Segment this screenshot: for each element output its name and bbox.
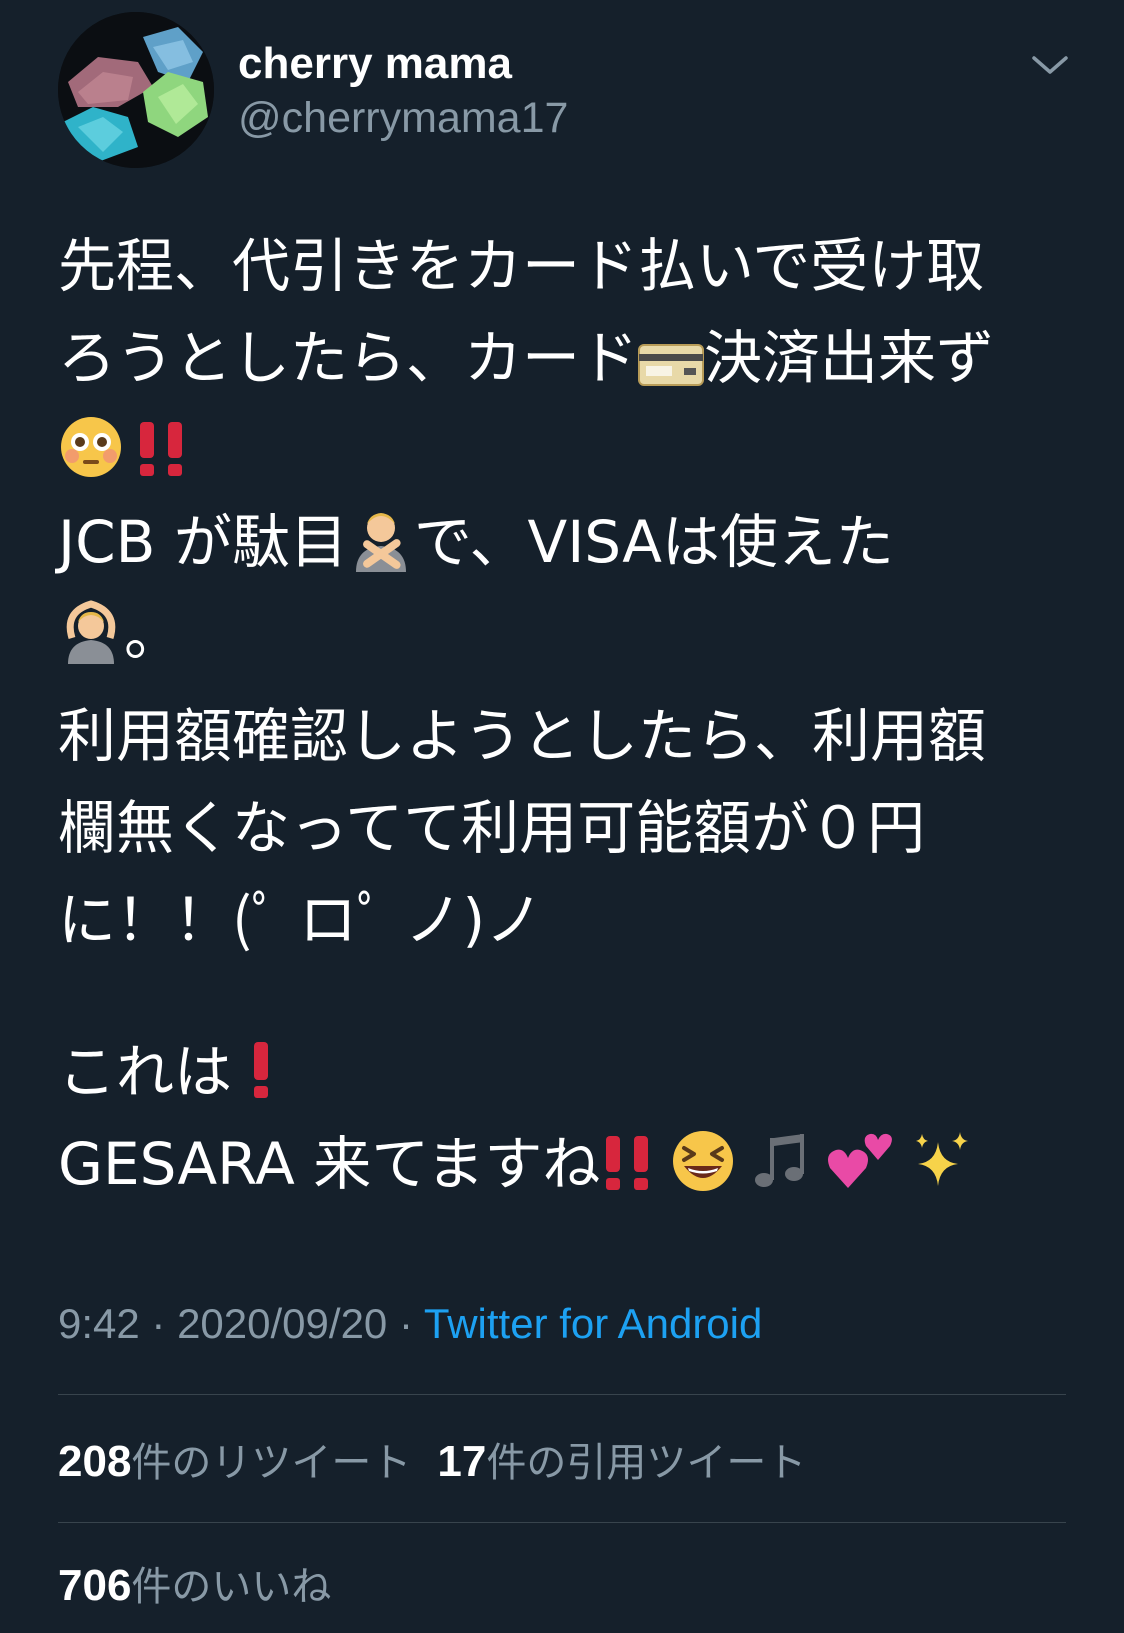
tweet-line: 先程、代引きをカード払いで受け取 [58, 232, 985, 300]
source-link[interactable]: Twitter for Android [424, 1300, 762, 1347]
tweet-text: 先程、代引きをカード払いで受け取 ろうとしたら、カード 決済出来ず JCB が駄目… [58, 220, 1068, 680]
two-hearts-icon [826, 1128, 896, 1220]
person-gesturing-ok-icon [58, 598, 124, 690]
quotes-stat[interactable]: 17件の引用ツイート [437, 1437, 807, 1486]
tweet-line: これは [58, 1026, 1068, 1118]
meta-separator: · [139, 1300, 178, 1347]
flushed-face-icon [58, 414, 124, 506]
quotes-label: 件の引用ツイート [486, 1440, 807, 1486]
author-name[interactable]: cherry mama [238, 38, 512, 90]
exclamation-icon [246, 1036, 276, 1128]
tweet-segment: 決済出来ず [704, 324, 995, 392]
tweet-text-paragraph-2: 利用額確認しようとしたら、利用額 欄無くなってて利用可能額が０円 に！！(ﾟ ロ… [58, 690, 1068, 966]
divider [58, 1522, 1066, 1523]
meta-separator: · [387, 1300, 424, 1347]
retweets-count: 208 [58, 1437, 132, 1486]
tweet-line: GESARA 来てますね [58, 1118, 1068, 1210]
musical-notes-icon [748, 1128, 814, 1220]
retweets-stat[interactable]: 208件のリツイート [58, 1437, 412, 1486]
tweet-segment: これは [58, 1038, 233, 1106]
likes-count: 706 [58, 1561, 132, 1610]
tweet-line: 。 [58, 588, 1068, 680]
double-exclamation-icon [134, 414, 190, 506]
tweet-line: ろうとしたら、カード 決済出来ず [58, 312, 1068, 404]
tweet-time[interactable]: 9:42 [58, 1300, 140, 1347]
avatar[interactable] [58, 12, 214, 168]
quotes-count: 17 [437, 1437, 487, 1486]
tweet-line: 欄無くなってて利用可能額が０円 [58, 794, 926, 862]
likes-stat-row: 706件のいいね [58, 1558, 331, 1615]
gemstones-avatar-icon [58, 12, 214, 168]
tweet-date[interactable]: 2020/09/20 [177, 1300, 387, 1347]
person-gesturing-no-icon [348, 506, 414, 598]
tweet-timestamp: 9:42 · 2020/09/20 · Twitter for Android [58, 1296, 762, 1352]
grinning-squinting-face-icon [670, 1128, 736, 1220]
chevron-down-icon[interactable] [1030, 50, 1070, 80]
double-exclamation-icon [600, 1128, 656, 1220]
tweet-text-paragraph-3: これは GESARA 来てますね [58, 1026, 1068, 1210]
engagement-stats: 208件のリツイート 17件の引用ツイート [58, 1434, 806, 1491]
tweet-detail: cherry mama @cherrymama17 先程、代引きをカード払いで受… [0, 0, 1124, 1633]
tweet-line: に！！(ﾟ ロﾟ ノ)ノ [58, 886, 544, 954]
tweet-segment: で、VISAは使えた [413, 508, 894, 576]
tweet-line [58, 404, 1068, 496]
likes-stat[interactable]: 706件のいいね [58, 1561, 332, 1610]
sparkles-icon [908, 1128, 974, 1220]
tweet-line: JCB が駄目 で、VISAは使えた [58, 496, 1068, 588]
tweet-segment: ろうとしたら、カード [58, 324, 639, 392]
tweet-segment: JCB が駄目 [58, 508, 348, 576]
retweets-label: 件のリツイート [131, 1440, 412, 1486]
tweet-segment: GESARA 来てますね [58, 1130, 601, 1198]
author-handle[interactable]: @cherrymama17 [238, 92, 568, 144]
tweet-segment: 。 [124, 600, 183, 668]
likes-label: 件のいいね [131, 1564, 332, 1610]
tweet-line: 利用額確認しようとしたら、利用額 [58, 702, 987, 770]
divider [58, 1394, 1066, 1395]
credit-card-icon [638, 322, 705, 414]
